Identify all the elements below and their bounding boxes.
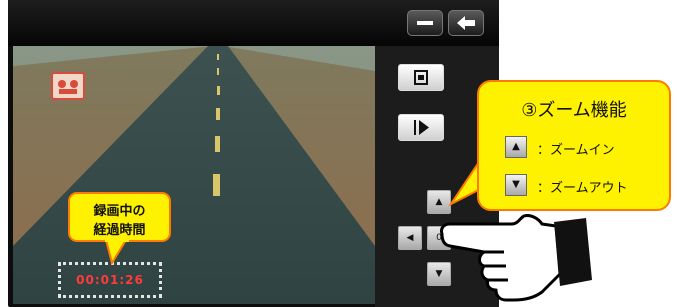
- zoom-out-key: ▼: [505, 174, 527, 196]
- video-preview: 00:01:26: [13, 46, 375, 304]
- minus-icon: [417, 21, 433, 25]
- elapsed-time: 00:01:26: [76, 273, 144, 287]
- pointing-hand-icon: [440, 214, 592, 302]
- recording-time-callout: 録画中の 経過時間: [68, 192, 171, 242]
- play-icon: [414, 120, 429, 135]
- camera-glyph: [58, 80, 78, 94]
- camera-screen: 00:01:26 ▲ ◀ 0 ▼: [8, 0, 499, 307]
- down-arrow-icon: ▼: [512, 179, 520, 190]
- callout-line-2: 経過時間: [93, 223, 146, 238]
- top-bar: [8, 0, 499, 46]
- recording-callout-tail: [104, 239, 129, 266]
- up-arrow-icon: ▲: [512, 141, 520, 152]
- left-arrow-icon: ◀: [406, 233, 414, 243]
- back-arrow-icon: [457, 16, 475, 30]
- zoom-in-label: ：ズームイン: [537, 143, 615, 158]
- minimize-button[interactable]: [407, 10, 443, 36]
- playback-button[interactable]: [398, 114, 444, 141]
- dpad-left-button[interactable]: ◀: [398, 226, 422, 250]
- camera-flip-icon[interactable]: [51, 72, 85, 100]
- zoom-function-title: ③ズーム機能: [521, 100, 627, 121]
- snapshot-icon: [414, 70, 428, 85]
- callout-line-1: 録画中の: [93, 204, 146, 219]
- back-button[interactable]: [448, 10, 484, 36]
- snapshot-button[interactable]: [398, 64, 444, 91]
- zoom-out-label: ：ズームアウト: [537, 181, 628, 196]
- zoom-function-callout: ③ズーム機能 ▲ ：ズームイン ▼ ：ズームアウト: [477, 80, 671, 211]
- zoom-in-key: ▲: [505, 136, 527, 158]
